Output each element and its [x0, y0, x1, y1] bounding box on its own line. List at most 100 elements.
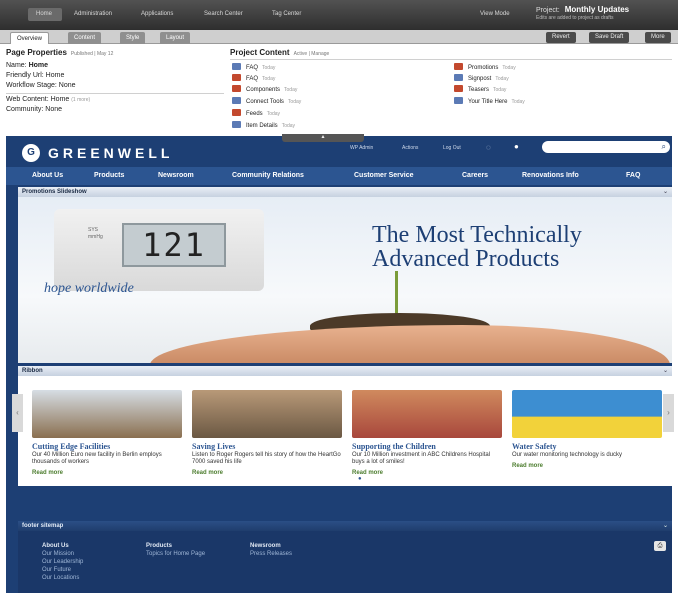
- content-type-icon: [454, 63, 463, 70]
- nav-renovations-info[interactable]: Renovations Info: [522, 172, 579, 179]
- content-item[interactable]: Item Details Today: [232, 121, 295, 129]
- content-item[interactable]: Your Title Here Today: [454, 97, 525, 105]
- content-type-icon: [232, 63, 241, 70]
- property-web-content[interactable]: Web Content: Home (1 more): [6, 96, 90, 103]
- content-item[interactable]: Teasers Today: [454, 85, 506, 93]
- nav-careers[interactable]: Careers: [462, 172, 488, 179]
- footer-column-newsroom: Newsroom Press Releases: [250, 542, 292, 558]
- card-title[interactable]: Supporting the Children: [352, 442, 504, 451]
- logo-icon: G: [22, 144, 40, 162]
- nav-faq[interactable]: FAQ: [626, 172, 640, 179]
- nav-administration[interactable]: Administration: [74, 11, 112, 17]
- content-item-time: Today: [495, 76, 509, 82]
- content-item[interactable]: FAQ Today: [232, 74, 275, 82]
- footer-link[interactable]: Our Locations: [42, 574, 83, 582]
- promotions-title: Promotions Slideshow: [22, 189, 87, 195]
- card-description: Listen to Roger Rogers tell his story of…: [192, 452, 341, 465]
- read-more-link[interactable]: Read more: [512, 463, 664, 469]
- search-icon[interactable]: ⌕: [662, 142, 666, 152]
- portlet-menu-icon[interactable]: ⌄: [663, 366, 668, 376]
- nav-community-relations[interactable]: Community Relations: [232, 172, 304, 179]
- project-content-title: Project Content Active | Manage: [230, 48, 329, 57]
- panel-collapse-handle[interactable]: ▴: [282, 134, 364, 142]
- nav-products[interactable]: Products: [94, 172, 124, 179]
- site-search-input[interactable]: ⌕: [542, 141, 670, 153]
- footer-heading[interactable]: Products: [146, 542, 205, 550]
- card-title[interactable]: Cutting Edge Facilities: [32, 442, 184, 451]
- print-icon[interactable]: ⎙: [654, 541, 666, 551]
- content-type-icon: [454, 97, 463, 104]
- content-type-icon: [454, 74, 463, 81]
- footer-heading[interactable]: About Us: [42, 542, 83, 550]
- card-title[interactable]: Saving Lives: [192, 442, 344, 451]
- properties-panel: Page Properties Published | May 12 Name: …: [0, 44, 678, 136]
- promotions-slideshow[interactable]: SYS mmHg 121 The Most Technically Advanc…: [18, 197, 672, 363]
- hero-headline-line-2: Advanced Products: [372, 246, 560, 272]
- notifications-icon[interactable]: ◌: [486, 143, 491, 152]
- nav-newsroom[interactable]: Newsroom: [158, 172, 194, 179]
- nav-home[interactable]: Home: [36, 11, 52, 17]
- ribbon-card[interactable]: Water Safety Our water monitoring techno…: [512, 390, 664, 469]
- nav-customer-service[interactable]: Customer Service: [354, 172, 414, 179]
- portlet-menu-icon[interactable]: ⌄: [663, 187, 668, 197]
- project-indicator[interactable]: Project: Monthly Updates Edits are added…: [536, 5, 629, 21]
- ribbon-card[interactable]: Saving Lives Listen to Roger Rogers tell…: [192, 390, 344, 476]
- card-title[interactable]: Water Safety: [512, 442, 664, 451]
- hand-image: [150, 325, 670, 363]
- project-content-meta[interactable]: Active | Manage: [294, 51, 330, 57]
- revert-button[interactable]: Revert: [546, 32, 576, 43]
- content-item-time: Today: [262, 76, 276, 82]
- site-logo[interactable]: G GREENWELL: [22, 144, 173, 162]
- content-item[interactable]: Connect Tools Today: [232, 97, 301, 105]
- content-item[interactable]: FAQ Today: [232, 63, 275, 71]
- property-workflow: Workflow Stage: None: [6, 82, 76, 89]
- read-more-link[interactable]: Read more: [352, 470, 504, 476]
- carousel-pager-dot[interactable]: ●: [358, 476, 362, 482]
- more-button[interactable]: More: [645, 32, 671, 43]
- footer-link[interactable]: Topics for Home Page: [146, 550, 205, 558]
- log-out-link[interactable]: Log Out: [443, 145, 461, 151]
- ribbon-card[interactable]: Supporting the Children Our 10 Million i…: [352, 390, 504, 476]
- footer-link[interactable]: Our Leadership: [42, 558, 83, 566]
- actions-link[interactable]: Actions: [402, 145, 418, 151]
- ribbon-title: Ribbon: [22, 368, 43, 374]
- footer-link[interactable]: Our Future: [42, 566, 83, 574]
- portlet-menu-icon[interactable]: ⌄: [663, 521, 668, 531]
- view-mode-button[interactable]: View Mode: [480, 11, 510, 17]
- carousel-next-arrow[interactable]: ›: [663, 394, 674, 432]
- tab-overview[interactable]: Overview: [10, 32, 50, 44]
- nav-applications[interactable]: Applications: [141, 11, 173, 17]
- web-content-more-link[interactable]: (1 more): [71, 97, 90, 103]
- ribbon-card[interactable]: Cutting Edge Facilities Our 40 Million E…: [32, 390, 184, 476]
- hero-headline: The Most Technically Advanced Products: [372, 223, 582, 271]
- read-more-link[interactable]: Read more: [32, 470, 184, 476]
- footer-link[interactable]: Our Mission: [42, 550, 83, 558]
- save-draft-button[interactable]: Save Draft: [589, 32, 630, 43]
- promotions-portlet-header[interactable]: Promotions Slideshow ⌄: [18, 187, 672, 197]
- content-item[interactable]: Promotions Today: [454, 63, 516, 71]
- footer-link[interactable]: Press Releases: [250, 550, 292, 558]
- tab-layout[interactable]: Layout: [160, 32, 191, 44]
- content-item-label: FAQ: [246, 76, 259, 82]
- content-item-label: FAQ: [246, 65, 259, 71]
- footer-heading[interactable]: Newsroom: [250, 542, 292, 550]
- tab-content[interactable]: Content: [68, 32, 102, 44]
- nav-search-center[interactable]: Search Center: [204, 11, 243, 17]
- user-icon[interactable]: ●: [514, 142, 519, 151]
- ribbon-portlet-header[interactable]: Ribbon ⌄: [18, 366, 672, 376]
- content-item[interactable]: Components Today: [232, 85, 297, 93]
- nav-about-us[interactable]: About Us: [32, 172, 63, 179]
- content-type-icon: [232, 97, 241, 104]
- wp-admin-link[interactable]: WP Admin: [350, 145, 373, 151]
- carousel-prev-arrow[interactable]: ‹: [12, 394, 23, 432]
- footer-column-products: Products Topics for Home Page: [146, 542, 205, 558]
- tab-style[interactable]: Style: [120, 32, 146, 44]
- content-item[interactable]: Signpost Today: [454, 74, 509, 82]
- content-item-label: Your Title Here: [468, 99, 508, 105]
- read-more-link[interactable]: Read more: [192, 470, 344, 476]
- footer-portlet-header[interactable]: footer sitemap ⌄: [18, 521, 672, 531]
- content-type-icon: [232, 85, 241, 92]
- nav-tag-center[interactable]: Tag Center: [272, 11, 301, 17]
- content-item[interactable]: Feeds Today: [232, 109, 280, 117]
- content-type-icon: [454, 85, 463, 92]
